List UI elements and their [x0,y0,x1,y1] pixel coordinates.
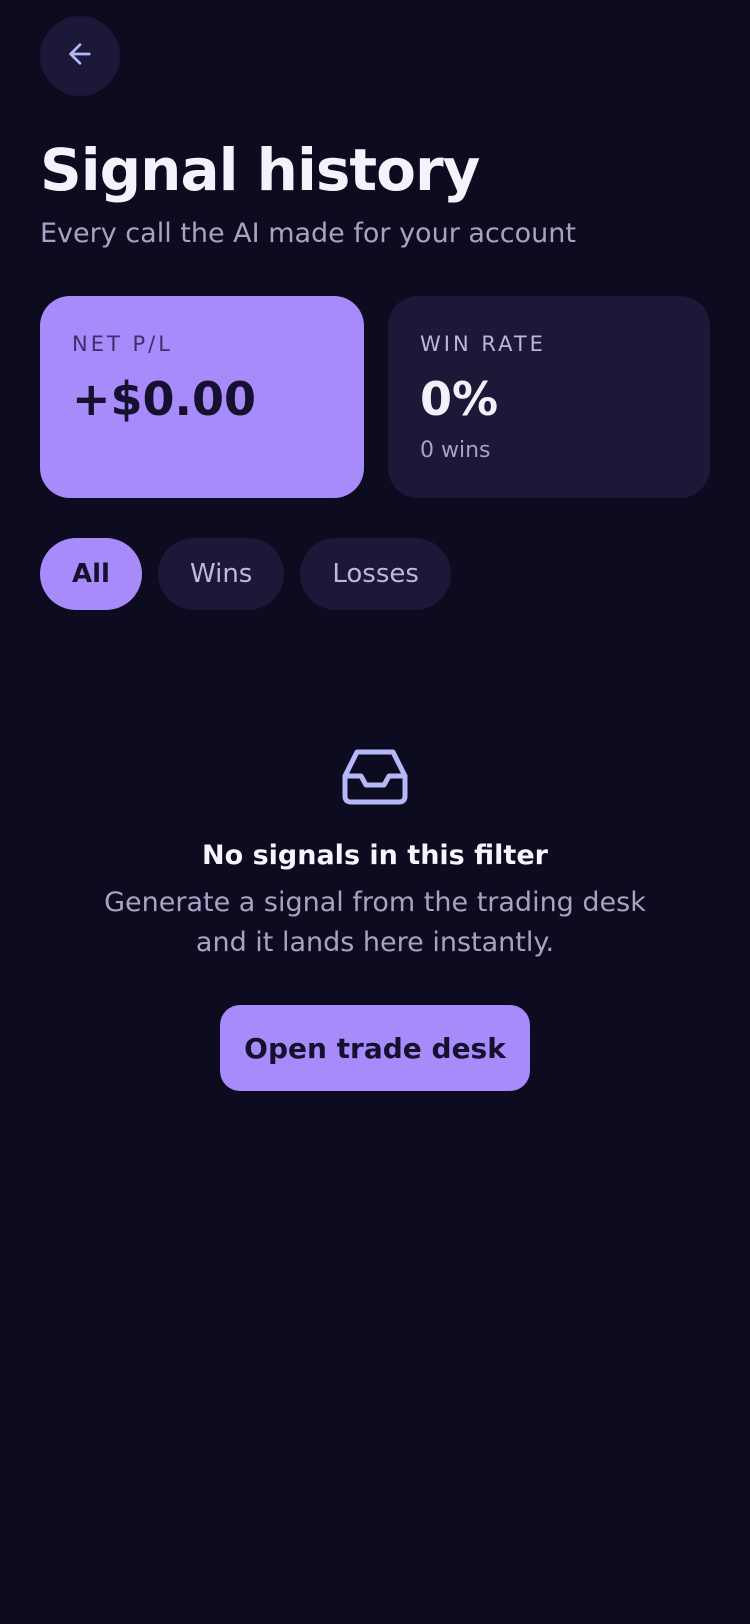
net-pl-label: NET P/L [72,332,173,356]
arrow-left-icon [64,38,96,74]
filter-chip-wins[interactable]: Wins [157,538,285,610]
win-rate-label: WIN RATE [420,332,546,356]
net-pl-value: +$0.00 [72,372,257,426]
net-pl-card: NET P/L +$0.00 [40,296,364,498]
page-title: Signal history [40,136,480,204]
win-rate-value: 0% [420,372,499,426]
empty-state: No signals in this filter Generate a sig… [0,748,750,1091]
inbox-icon [341,748,409,810]
filter-chip-losses[interactable]: Losses [300,538,451,610]
open-trade-desk-button[interactable]: Open trade desk [220,1005,530,1091]
win-rate-card: WIN RATE 0% 0 wins [388,296,710,498]
page-subtitle: Every call the AI made for your account [40,218,576,249]
empty-state-title: No signals in this filter [202,840,548,871]
signal-history-screen: Signal history Every call the AI made fo… [0,0,750,1624]
win-count: 0 wins [420,438,491,463]
filter-chips: All Wins Losses [40,538,451,610]
filter-chip-all[interactable]: All [40,538,142,610]
back-button[interactable] [40,16,120,96]
empty-state-text: Generate a signal from the trading desk … [104,887,646,958]
